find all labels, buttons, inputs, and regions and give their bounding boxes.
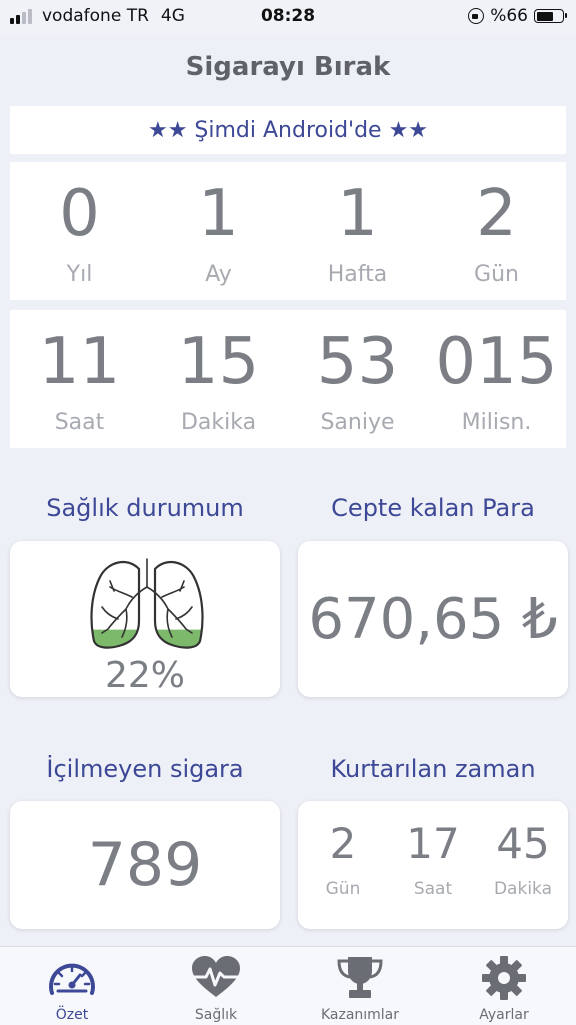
elapsed-panel-top: 0 Yıl 1 Ay 1 Hafta 2 Gün — [10, 162, 566, 300]
elapsed-value: 53 — [316, 325, 399, 399]
elapsed-value: 1 — [337, 177, 378, 251]
battery-icon — [534, 9, 567, 23]
tab-label: Özet — [55, 1007, 89, 1023]
elapsed-value: 15 — [177, 325, 260, 399]
elapsed-days: 2 Gün — [427, 162, 566, 300]
saved-days: 2 Gün — [298, 801, 388, 929]
money-title: Cepte kalan Para — [331, 494, 535, 522]
money-card[interactable]: 670,65 ₺ — [298, 541, 568, 697]
elapsed-seconds: 53 Saniye — [288, 310, 427, 448]
cigarettes-card[interactable]: 789 — [10, 801, 280, 929]
elapsed-value: 015 — [435, 325, 558, 399]
tab-settings[interactable]: Ayarlar — [432, 947, 576, 1025]
battery-percent: %66 — [490, 6, 528, 26]
gear-icon — [482, 956, 526, 1000]
tab-achievements[interactable]: Kazanımlar — [288, 947, 432, 1025]
elapsed-panel-bottom: 11 Saat 15 Dakika 53 Saniye 015 Milisn. — [10, 310, 566, 448]
saved-time-card[interactable]: 2 Gün 17 Saat 45 Dakika — [298, 801, 568, 929]
saved-value: 17 — [406, 819, 460, 868]
elapsed-hours: 11 Saat — [10, 310, 149, 448]
saved-hours: 17 Saat — [388, 801, 478, 929]
saved-value: 45 — [496, 819, 550, 868]
saved-label: Dakika — [493, 879, 553, 899]
health-card[interactable]: 22% — [10, 541, 280, 697]
health-percent: 22% — [104, 655, 185, 696]
lungs-icon — [90, 558, 204, 649]
cigarettes-title: İçilmeyen sigara — [46, 755, 244, 783]
elapsed-label: Gün — [474, 262, 519, 287]
tab-summary[interactable]: Özet — [0, 947, 144, 1025]
elapsed-label: Dakika — [180, 410, 257, 435]
status-right: %66 — [468, 6, 567, 26]
orientation-lock-icon — [468, 8, 485, 24]
health-title: Sağlık durumum — [46, 494, 244, 522]
trophy-icon — [337, 957, 383, 998]
elapsed-label: Saniye — [320, 410, 395, 435]
elapsed-label: Yıl — [66, 262, 93, 287]
saved-value: 2 — [329, 819, 357, 868]
heart-pulse-icon — [192, 956, 240, 997]
tab-label: Ayarlar — [479, 1007, 529, 1023]
elapsed-minutes: 15 Dakika — [149, 310, 288, 448]
tab-label: Kazanımlar — [320, 1007, 400, 1023]
money-value: 670,65 ₺ — [308, 586, 558, 652]
tab-label: Sağlık — [194, 1007, 238, 1023]
battery-level — [536, 11, 553, 21]
elapsed-label: Saat — [54, 410, 105, 435]
speedometer-icon — [49, 963, 95, 995]
tab-bar: Özet Sağlık Kazanımlar Ayarlar — [0, 946, 576, 1025]
elapsed-value: 0 — [59, 177, 100, 251]
elapsed-value: 1 — [198, 177, 239, 251]
cigarettes-value: 789 — [87, 830, 203, 900]
saved-time-title: Kurtarılan zaman — [330, 755, 536, 783]
page-title: Sigarayı Bırak — [185, 52, 391, 82]
elapsed-label: Milisn. — [461, 410, 532, 435]
elapsed-label: Hafta — [327, 262, 388, 287]
saved-label: Saat — [413, 879, 453, 899]
elapsed-label: Ay — [205, 262, 232, 287]
tab-health[interactable]: Sağlık — [144, 947, 288, 1025]
elapsed-milliseconds: 015 Milisn. — [427, 310, 566, 448]
elapsed-value: 2 — [476, 177, 517, 251]
elapsed-weeks: 1 Hafta — [288, 162, 427, 300]
saved-label: Gün — [325, 879, 361, 899]
elapsed-years: 0 Yıl — [10, 162, 149, 300]
elapsed-value: 11 — [38, 325, 121, 399]
elapsed-months: 1 Ay — [149, 162, 288, 300]
saved-minutes: 45 Dakika — [478, 801, 568, 929]
status-bar: vodafone TR 4G 08:28 %66 — [0, 0, 576, 34]
android-banner[interactable]: ★★ Şimdi Android'de ★★ — [10, 106, 566, 154]
